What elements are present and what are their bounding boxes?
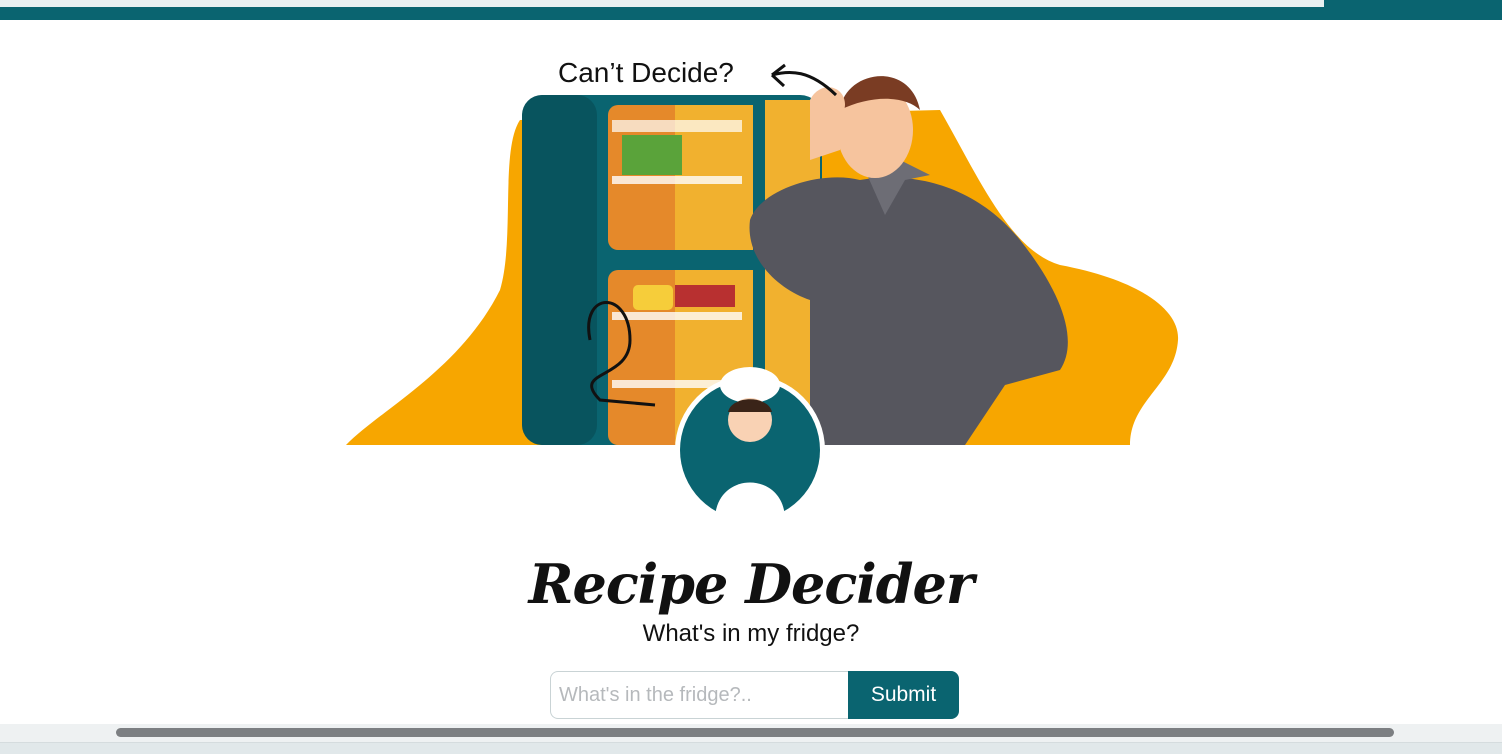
speech-bubble-text: Can’t Decide? <box>558 57 734 88</box>
window-bottom-edge <box>0 742 1502 754</box>
fridge-search-form: Submit <box>550 671 959 719</box>
top-bar <box>0 0 1502 20</box>
page-title: Recipe Decider <box>528 552 975 616</box>
page-subtitle: What's in my fridge? <box>642 620 860 647</box>
hero-illustration: Can’t Decide? <box>340 40 1180 530</box>
top-bar-strip <box>0 0 1324 7</box>
fridge-input[interactable] <box>550 671 848 719</box>
scrollbar-thumb[interactable] <box>116 728 1394 737</box>
submit-button[interactable]: Submit <box>848 671 959 719</box>
fridge-door-left <box>522 95 597 445</box>
